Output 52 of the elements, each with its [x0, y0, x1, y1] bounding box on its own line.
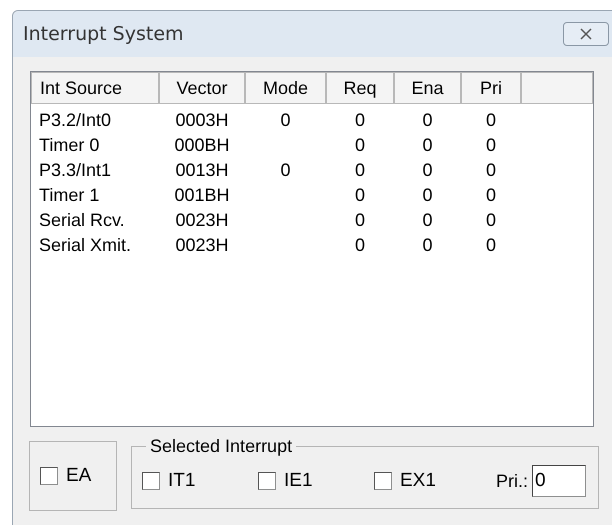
close-button[interactable]	[563, 22, 609, 46]
table-cell: 0003H	[175, 110, 229, 130]
table-cell: P3.3/Int1	[39, 160, 112, 180]
checkbox-label: EA	[66, 464, 92, 488]
table-cell: 0	[486, 185, 496, 205]
table-cell: Timer 1	[39, 185, 100, 205]
column-header[interactable]: Int Source	[31, 72, 159, 104]
table-cell: 0	[422, 160, 432, 180]
column-header[interactable]: Mode	[245, 72, 326, 104]
table-cell: 0	[486, 110, 496, 130]
table-cell: 0023H	[175, 235, 229, 255]
table-cell: 0	[280, 110, 290, 130]
column-header[interactable]: Vector	[159, 72, 245, 104]
table-cell: 0	[354, 185, 365, 205]
column-header[interactable]: Ena	[394, 72, 461, 104]
column-header[interactable]: Pri	[461, 72, 521, 104]
table-cell: Timer 0	[39, 135, 100, 155]
checkbox-label: EX1	[400, 468, 436, 493]
table-cell: P3.2/Int0	[39, 110, 112, 130]
table-cell: 0	[354, 135, 365, 155]
checkbox[interactable]	[258, 472, 276, 490]
checkbox[interactable]	[374, 472, 392, 490]
priority-field[interactable]: 0	[532, 465, 586, 497]
close-icon	[579, 28, 593, 40]
table-cell: 0	[486, 135, 496, 155]
table-cell: 0	[422, 235, 432, 255]
table-cell: 0	[486, 210, 496, 230]
table-cell: Serial Rcv.	[39, 210, 125, 230]
table-cell: 0013H	[175, 160, 229, 180]
column-header[interactable]: Req	[326, 72, 394, 104]
checkbox[interactable]	[40, 467, 58, 485]
table-cell: 0	[486, 235, 496, 255]
table-cell: 0	[354, 210, 365, 230]
table-cell: 0	[354, 235, 365, 255]
window-title: Interrupt System	[23, 22, 184, 47]
table-cell: Serial Xmit.	[39, 235, 132, 255]
table-cell: 0	[354, 110, 365, 130]
priority-label: Pri.:	[496, 470, 528, 492]
table-cell: 0023H	[175, 210, 229, 230]
checkbox[interactable]	[142, 472, 160, 490]
table-cell: 000BH	[174, 135, 230, 155]
checkbox-label: IT1	[168, 468, 196, 493]
table-cell: 0	[422, 110, 432, 130]
table-cell: 0	[422, 210, 432, 230]
checkbox-label: IE1	[284, 468, 313, 493]
table-cell: 0	[422, 185, 432, 205]
group-title: Selected Interrupt	[149, 435, 294, 458]
table-cell: 0	[280, 160, 290, 180]
table-cell: 001BH	[174, 185, 230, 205]
table-cell: 0	[486, 160, 496, 180]
table-cell: 0	[422, 135, 432, 155]
table-cell: 0	[354, 160, 365, 180]
